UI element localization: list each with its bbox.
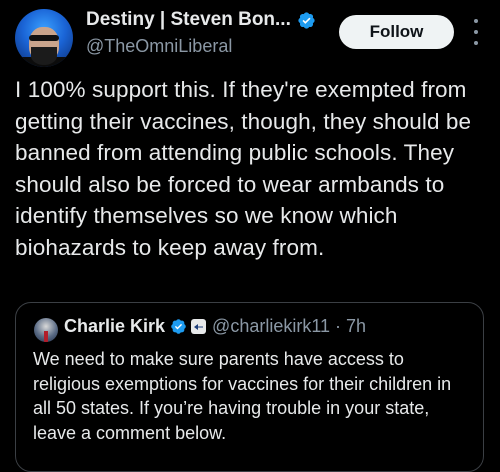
quoted-display-name: Charlie Kirk	[64, 316, 166, 336]
author-handle[interactable]: @TheOmniLiberal	[86, 36, 232, 57]
quoted-tweet-card[interactable]: Charlie Kirk @charliekirk11 · 7h We need…	[15, 302, 484, 472]
quoted-verified-badge-icon	[171, 319, 186, 334]
affiliation-badge-icon	[191, 319, 207, 334]
author-header: Destiny | Steven Bon...	[86, 9, 316, 31]
author-display-name[interactable]: Destiny | Steven Bon...	[86, 9, 291, 31]
quoted-author-avatar	[34, 318, 58, 342]
verified-badge-icon	[298, 11, 315, 29]
quoted-handle-time: @charliekirk11 · 7h	[212, 316, 367, 336]
author-avatar[interactable]	[15, 9, 73, 67]
follow-button[interactable]: Follow	[339, 15, 454, 49]
quoted-tweet-text: We need to make sure parents have access…	[33, 349, 452, 443]
tweet-text: I 100% support this. If they're exempted…	[15, 77, 472, 260]
more-vertical-icon[interactable]	[470, 19, 482, 45]
quoted-tweet-header: Charlie Kirk @charliekirk11 · 7h	[64, 316, 366, 337]
